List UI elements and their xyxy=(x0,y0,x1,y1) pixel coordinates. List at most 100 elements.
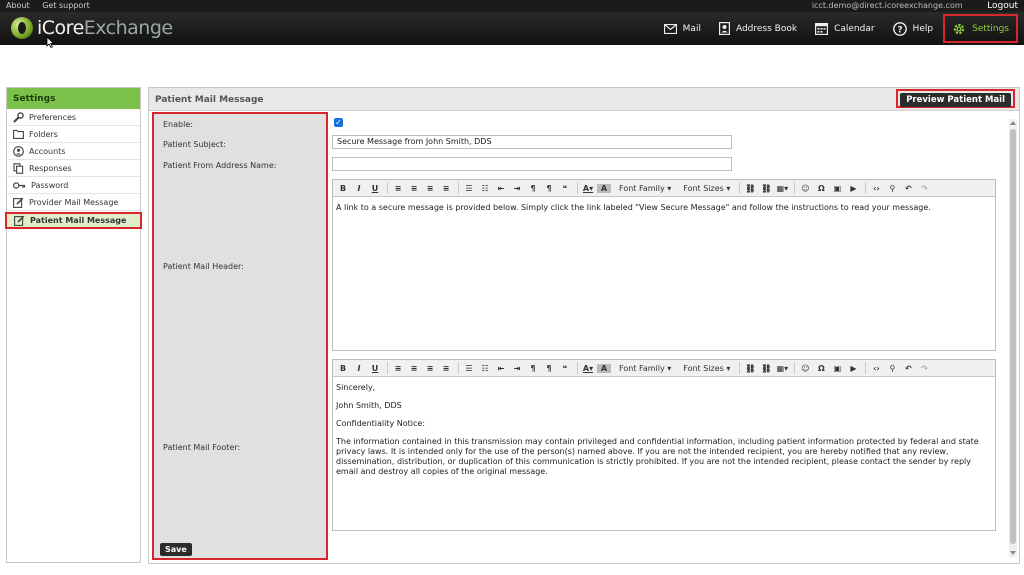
calendar-icon xyxy=(815,23,829,35)
font-sizes-label: Font Sizes xyxy=(683,183,724,193)
brand-logo[interactable]: iCoreExchange xyxy=(11,17,173,39)
header-rich-text-editor: B I U ≡ ≡ ≡ ≡ ☰ ☷ ⇤ ⇥ ¶ ¶ ❝ A▾ A Font Fa… xyxy=(332,179,996,351)
nav-help[interactable]: ? Help xyxy=(892,14,933,43)
toolbar-divider xyxy=(577,182,578,194)
align-center-icon[interactable]: ≡ xyxy=(407,184,421,193)
folder-icon xyxy=(13,129,24,139)
patient-mail-footer-label: Patient Mail Footer: xyxy=(163,443,241,452)
table-icon[interactable]: ▦▾ xyxy=(775,184,789,193)
code-icon[interactable]: ‹› xyxy=(869,184,883,193)
footer-editor-content[interactable]: Sincerely, John Smith, DDS Confidentiali… xyxy=(333,377,995,491)
nav-calendar[interactable]: Calendar xyxy=(815,14,875,43)
special-char-icon[interactable]: Ω xyxy=(814,184,828,193)
numbered-list-icon[interactable]: ☷ xyxy=(478,364,492,373)
header-editor-content[interactable]: A link to a secure message is provided b… xyxy=(333,197,995,227)
emoji-icon[interactable]: ☺ xyxy=(798,364,812,373)
sidebar-item-patient-mail-message[interactable]: Patient Mail Message xyxy=(5,212,142,229)
italic-button[interactable]: I xyxy=(352,364,366,373)
emoji-icon[interactable]: ☺ xyxy=(798,184,812,193)
panel-title: Patient Mail Message xyxy=(149,88,1019,111)
bullet-list-icon[interactable]: ☰ xyxy=(462,184,476,193)
table-icon[interactable]: ▦▾ xyxy=(775,364,789,373)
patient-from-name-input[interactable] xyxy=(332,157,732,171)
media-icon[interactable]: ▶ xyxy=(846,364,860,373)
scroll-down-icon[interactable] xyxy=(1010,551,1016,555)
sidebar-item-accounts[interactable]: Accounts xyxy=(7,143,140,160)
text-color-icon[interactable]: A▾ xyxy=(581,184,595,193)
preview-button-label: Preview Patient Mail xyxy=(900,93,1011,107)
unlink-icon[interactable]: ⛓ xyxy=(759,364,773,373)
nav-mail[interactable]: Mail xyxy=(663,14,701,43)
patient-subject-input[interactable]: Secure Message from John Smith, DDS xyxy=(332,135,732,149)
paragraph-icon[interactable]: ¶ xyxy=(542,184,556,193)
code-icon[interactable]: ‹› xyxy=(869,364,883,373)
media-icon[interactable]: ▶ xyxy=(846,184,860,193)
ltr-icon[interactable]: ¶ xyxy=(526,184,540,193)
sidebar-item-provider-mail-message[interactable]: Provider Mail Message xyxy=(7,194,140,211)
underline-button[interactable]: U xyxy=(368,364,382,373)
align-right-icon[interactable]: ≡ xyxy=(423,184,437,193)
text-color-icon[interactable]: A▾ xyxy=(581,364,595,373)
redo-icon[interactable]: ↷ xyxy=(917,364,931,373)
find-icon[interactable]: ⚲ xyxy=(885,184,899,193)
sidebar-item-password[interactable]: Password xyxy=(7,177,140,194)
paragraph-icon[interactable]: ¶ xyxy=(542,364,556,373)
image-icon[interactable]: ▣ xyxy=(830,364,844,373)
toolbar-divider xyxy=(865,362,867,374)
align-justify-icon[interactable]: ≡ xyxy=(439,364,453,373)
font-family-dropdown[interactable]: Font Family ▾ xyxy=(619,364,671,373)
outdent-icon[interactable]: ⇤ xyxy=(494,364,508,373)
patient-mail-header-label: Patient Mail Header: xyxy=(163,262,244,271)
toolbar-divider xyxy=(865,182,867,194)
sidebar-item-preferences[interactable]: Preferences xyxy=(7,109,140,126)
align-left-icon[interactable]: ≡ xyxy=(391,184,405,193)
about-link[interactable]: About xyxy=(6,1,30,10)
align-right-icon[interactable]: ≡ xyxy=(423,364,437,373)
align-left-icon[interactable]: ≡ xyxy=(391,364,405,373)
sidebar-item-folders[interactable]: Folders xyxy=(7,126,140,143)
font-sizes-dropdown[interactable]: Font Sizes ▾ xyxy=(683,184,730,193)
undo-icon[interactable]: ↶ xyxy=(901,364,915,373)
preview-patient-mail-button[interactable]: Preview Patient Mail xyxy=(896,89,1015,108)
indent-icon[interactable]: ⇥ xyxy=(510,184,524,193)
unlink-icon[interactable]: ⛓ xyxy=(759,184,773,193)
highlight-color-icon[interactable]: A xyxy=(597,363,611,373)
footer-line-4: The information contained in this transm… xyxy=(336,437,979,476)
enable-checkbox[interactable]: ✓ xyxy=(334,118,343,127)
sidebar-item-responses[interactable]: Responses xyxy=(7,160,140,177)
blockquote-icon[interactable]: ❝ xyxy=(558,364,572,373)
ltr-icon[interactable]: ¶ xyxy=(526,364,540,373)
nav-address-book[interactable]: Address Book xyxy=(718,14,797,43)
numbered-list-icon[interactable]: ☷ xyxy=(478,184,492,193)
link-icon[interactable]: ⛓ xyxy=(743,364,757,373)
editor-toolbar: B I U ≡ ≡ ≡ ≡ ☰ ☷ ⇤ ⇥ ¶ ¶ ❝ A▾ A Font Fa… xyxy=(333,360,995,377)
scroll-up-icon[interactable] xyxy=(1010,121,1016,125)
scrollbar-thumb[interactable] xyxy=(1010,129,1016,544)
toolbar-divider xyxy=(794,182,796,194)
bold-button[interactable]: B xyxy=(336,184,350,193)
link-icon[interactable]: ⛓ xyxy=(743,184,757,193)
save-button[interactable]: Save xyxy=(160,543,192,556)
font-family-dropdown[interactable]: Font Family ▾ xyxy=(619,184,671,193)
redo-icon[interactable]: ↷ xyxy=(917,184,931,193)
undo-icon[interactable]: ↶ xyxy=(901,184,915,193)
underline-button[interactable]: U xyxy=(368,184,382,193)
logout-link[interactable]: Logout xyxy=(987,1,1018,11)
font-sizes-dropdown[interactable]: Font Sizes ▾ xyxy=(683,364,730,373)
panel-scrollbar[interactable] xyxy=(1009,119,1017,557)
align-center-icon[interactable]: ≡ xyxy=(407,364,421,373)
special-char-icon[interactable]: Ω xyxy=(814,364,828,373)
highlight-color-icon[interactable]: A xyxy=(597,183,611,193)
font-family-label: Font Family xyxy=(619,363,665,373)
image-icon[interactable]: ▣ xyxy=(830,184,844,193)
outdent-icon[interactable]: ⇤ xyxy=(494,184,508,193)
get-support-link[interactable]: Get support xyxy=(42,1,90,10)
align-justify-icon[interactable]: ≡ xyxy=(439,184,453,193)
bullet-list-icon[interactable]: ☰ xyxy=(462,364,476,373)
blockquote-icon[interactable]: ❝ xyxy=(558,184,572,193)
nav-settings[interactable]: Settings xyxy=(943,14,1018,43)
find-icon[interactable]: ⚲ xyxy=(885,364,899,373)
italic-button[interactable]: I xyxy=(352,184,366,193)
indent-icon[interactable]: ⇥ xyxy=(510,364,524,373)
bold-button[interactable]: B xyxy=(336,364,350,373)
